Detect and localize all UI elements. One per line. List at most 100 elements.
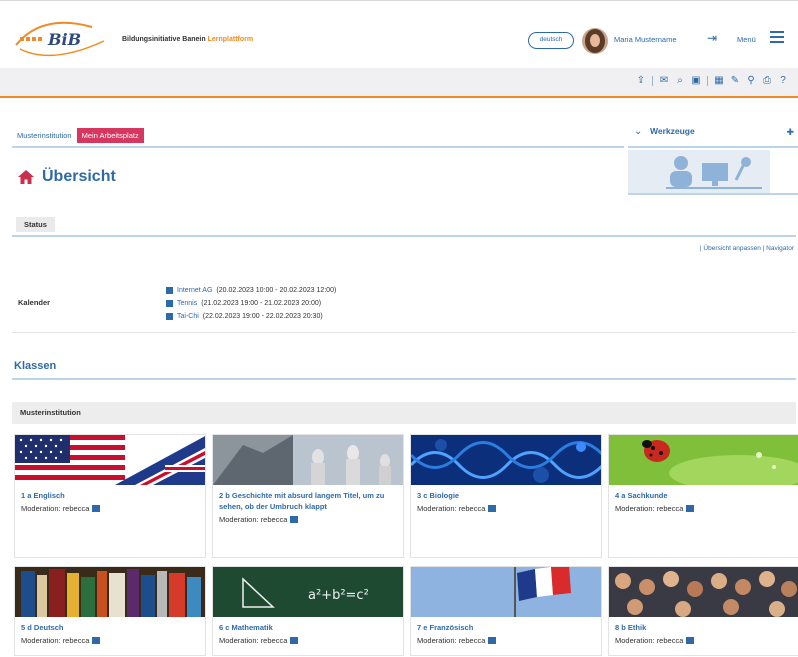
class-card[interactable]: 1 a Englisch Moderation: rebecca bbox=[14, 434, 206, 558]
moderation: Moderation: rebecca bbox=[213, 512, 403, 524]
calendar-event-name[interactable]: Tennis bbox=[177, 300, 197, 307]
bib-logo[interactable]: BiB bbox=[12, 15, 112, 59]
tab-mein-arbeitsplatz[interactable]: Mein Arbeitsplatz bbox=[76, 127, 144, 143]
kalender-label: Kalender bbox=[18, 298, 51, 307]
calendar-list: Internet AG (20.02.2023 10:00 - 20.02.202… bbox=[166, 284, 336, 323]
calendar-event-name[interactable]: Tai-Chi bbox=[177, 313, 199, 320]
werkzeuge-content bbox=[628, 150, 770, 195]
moderation-text: Moderation: rebecca bbox=[615, 504, 684, 513]
mail-icon[interactable] bbox=[488, 505, 497, 512]
user-name[interactable]: Maria Mustername bbox=[614, 35, 677, 44]
chevron-down-icon[interactable]: ⌄ bbox=[634, 126, 642, 137]
initiative-suffix: Lernplattform bbox=[207, 36, 254, 43]
print-icon[interactable]: ⎙ bbox=[762, 76, 772, 86]
moderation-text: Moderation: rebecca bbox=[219, 515, 288, 524]
hamburger-menu-icon[interactable] bbox=[770, 31, 784, 43]
werkzeuge-title[interactable]: Werkzeuge bbox=[650, 126, 695, 136]
class-name[interactable]: 2 b Geschichte mit absurd langem Titel, … bbox=[213, 485, 403, 512]
initiative-text: Bildungsinitiative Banein bbox=[122, 36, 206, 43]
calendar-event-time: (22.02.2023 19:00 - 22.02.2023 20:30) bbox=[202, 313, 323, 320]
calendar-event-name[interactable]: Internet AG bbox=[177, 287, 212, 294]
mail-icon[interactable] bbox=[290, 637, 299, 644]
avatar[interactable] bbox=[582, 28, 608, 54]
menu-label[interactable]: Menü bbox=[737, 35, 756, 44]
toolbar: ⇪ ✉ ⌕ ▣ ▦ ✎ ⚲ ⎙ ? bbox=[0, 68, 798, 98]
class-image-books[interactable] bbox=[15, 567, 205, 617]
initiative-name: Bildungsinitiative Banein Lernplattform bbox=[122, 36, 253, 43]
mail-icon[interactable] bbox=[92, 505, 101, 512]
class-image-chalkboard[interactable]: a²+b²=c² bbox=[213, 567, 403, 617]
filter-icon[interactable]: ⚲ bbox=[746, 76, 756, 86]
class-card[interactable]: 7 e Französisch Moderation: rebecca bbox=[410, 566, 602, 656]
divider bbox=[12, 332, 796, 333]
tools-icon[interactable]: ✎ bbox=[730, 76, 740, 86]
class-name[interactable]: 7 e Französisch bbox=[411, 617, 601, 633]
class-name[interactable]: 1 a Englisch bbox=[15, 485, 205, 501]
calendar-item[interactable]: Tai-Chi (22.02.2023 19:00 - 22.02.2023 20… bbox=[166, 310, 336, 323]
class-image-crowd[interactable] bbox=[609, 567, 798, 617]
class-image-flags[interactable] bbox=[15, 435, 205, 485]
class-card[interactable]: 2 b Geschichte mit absurd langem Titel, … bbox=[212, 434, 404, 558]
comment-icon[interactable]: ▣ bbox=[691, 76, 701, 86]
class-card[interactable]: a²+b²=c² 6 c Mathematik Moderation: rebe… bbox=[212, 566, 404, 656]
calendar-item[interactable]: Tennis (21.02.2023 19:00 - 21.02.2023 20:… bbox=[166, 297, 336, 310]
calendar-event-time: (20.02.2023 10:00 - 20.02.2023 12:00) bbox=[216, 287, 337, 294]
class-card[interactable]: 3 c Biologie Moderation: rebecca bbox=[410, 434, 602, 558]
calendar-event-time: (21.02.2023 19:00 - 21.02.2023 20:00) bbox=[201, 300, 322, 307]
page-title: Übersicht bbox=[42, 168, 116, 185]
calendar-icon[interactable]: ▦ bbox=[714, 76, 724, 86]
moderation: Moderation: rebecca bbox=[609, 501, 798, 513]
pin-icon[interactable]: ✚ bbox=[786, 127, 794, 138]
status-tab[interactable]: Status bbox=[16, 217, 55, 232]
tab-musterinstitution[interactable]: Musterinstitution bbox=[12, 128, 77, 143]
class-card[interactable]: 5 d Deutsch Moderation: rebecca bbox=[14, 566, 206, 656]
mail-icon[interactable] bbox=[686, 637, 695, 644]
mail-icon[interactable]: ✉ bbox=[659, 76, 669, 86]
class-name[interactable]: 4 a Sachkunde bbox=[609, 485, 798, 501]
class-image-statues[interactable] bbox=[213, 435, 403, 485]
class-image-flag-fr[interactable] bbox=[411, 567, 601, 617]
klassen-title[interactable]: Klassen bbox=[14, 360, 56, 372]
moderation: Moderation: rebecca bbox=[411, 501, 601, 513]
mail-icon[interactable] bbox=[290, 516, 299, 523]
mail-icon[interactable] bbox=[92, 637, 101, 644]
moderation: Moderation: rebecca bbox=[411, 633, 601, 645]
class-name[interactable]: 5 d Deutsch bbox=[15, 617, 205, 633]
moderation: Moderation: rebecca bbox=[15, 501, 205, 513]
calendar-event-icon bbox=[166, 313, 173, 320]
werkzeuge-panel: ⌄ Werkzeuge ✚ bbox=[628, 122, 798, 202]
class-card[interactable]: 4 a Sachkunde Moderation: rebecca bbox=[608, 434, 798, 558]
svg-text:a²+b²=c²: a²+b²=c² bbox=[308, 588, 369, 603]
class-name[interactable]: 3 c Biologie bbox=[411, 485, 601, 501]
view-links[interactable]: | Übersicht anpassen | Navigator bbox=[700, 245, 794, 252]
page-header: Übersicht bbox=[18, 168, 116, 186]
moderation-text: Moderation: rebecca bbox=[417, 636, 486, 645]
mail-icon[interactable] bbox=[686, 505, 695, 512]
home-icon[interactable] bbox=[18, 170, 34, 184]
moderation-text: Moderation: rebecca bbox=[219, 636, 288, 645]
class-card[interactable]: 8 b Ethik Moderation: rebecca bbox=[608, 566, 798, 656]
divider bbox=[12, 378, 796, 380]
moderation: Moderation: rebecca bbox=[213, 633, 403, 645]
class-image-dna[interactable] bbox=[411, 435, 601, 485]
help-icon[interactable]: ? bbox=[778, 76, 788, 86]
calendar-event-icon bbox=[166, 287, 173, 294]
logout-icon[interactable]: ⇥ bbox=[707, 32, 717, 44]
upload-icon[interactable]: ⇪ bbox=[636, 76, 646, 86]
institution-bar: Musterinstitution bbox=[12, 402, 796, 424]
moderation-text: Moderation: rebecca bbox=[21, 636, 90, 645]
workplace-illustration-icon bbox=[666, 156, 762, 189]
class-name[interactable]: 8 b Ethik bbox=[609, 617, 798, 633]
tabs-divider bbox=[12, 146, 624, 148]
moderation: Moderation: rebecca bbox=[15, 633, 205, 645]
search-icon[interactable]: ⌕ bbox=[675, 76, 685, 86]
mail-icon[interactable] bbox=[488, 637, 497, 644]
calendar-item[interactable]: Internet AG (20.02.2023 10:00 - 20.02.202… bbox=[166, 284, 336, 297]
calendar-event-icon bbox=[166, 300, 173, 307]
class-name[interactable]: 6 c Mathematik bbox=[213, 617, 403, 633]
header: BiB Bildungsinitiative Banein Lernplattf… bbox=[0, 0, 798, 68]
status-bar: Status bbox=[12, 213, 796, 237]
tab-bar: Musterinstitution Mein Arbeitsplatz bbox=[12, 125, 144, 145]
class-image-ladybug[interactable] bbox=[609, 435, 798, 485]
language-button[interactable]: deutsch bbox=[528, 32, 574, 49]
